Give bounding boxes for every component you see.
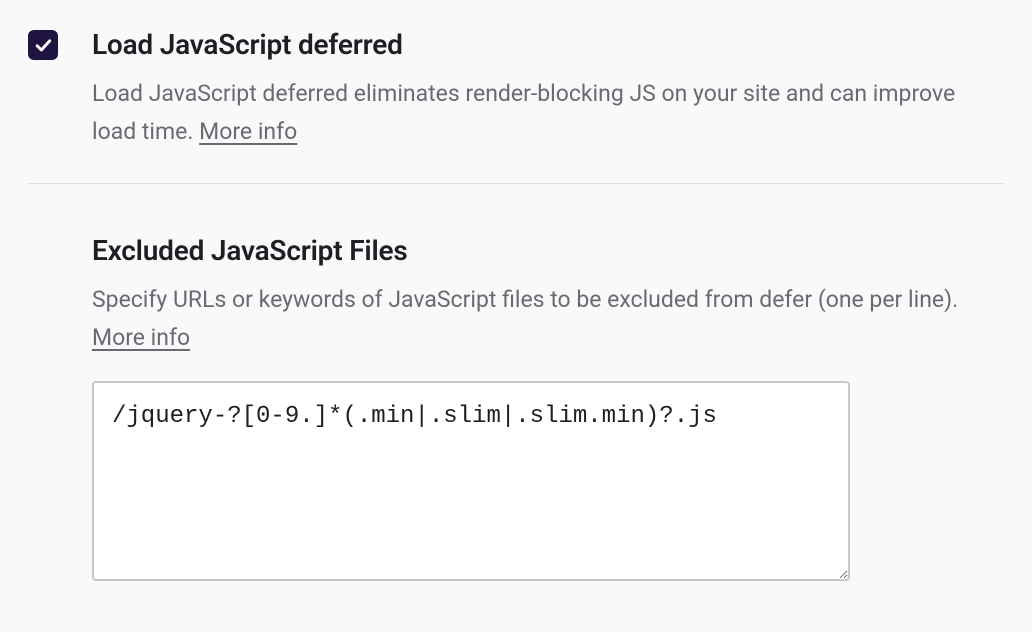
defer-js-description: Load JavaScript deferred eliminates rend… [92,75,972,151]
defer-more-info-link[interactable]: More info [199,118,297,145]
defer-content: Load JavaScript deferred Load JavaScript… [92,28,1004,151]
defer-js-section: Load JavaScript deferred Load JavaScript… [0,0,1032,183]
defer-js-checkbox[interactable] [28,30,58,60]
textarea-wrapper [92,381,1004,585]
excluded-content: Excluded JavaScript Files Specify URLs o… [92,234,1004,585]
exclude-more-info-link[interactable]: More info [92,324,190,351]
checkbox-column-spacer [28,234,60,585]
checkbox-column [28,28,60,151]
excluded-js-title: Excluded JavaScript Files [92,234,1004,267]
excluded-files-textarea[interactable] [92,381,850,581]
defer-js-title: Load JavaScript deferred [92,28,1004,61]
excluded-js-description: Specify URLs or keywords of JavaScript f… [92,281,972,357]
excluded-js-section: Excluded JavaScript Files Specify URLs o… [0,184,1032,617]
excluded-js-description-text: Specify URLs or keywords of JavaScript f… [92,286,958,313]
check-icon [33,35,53,55]
